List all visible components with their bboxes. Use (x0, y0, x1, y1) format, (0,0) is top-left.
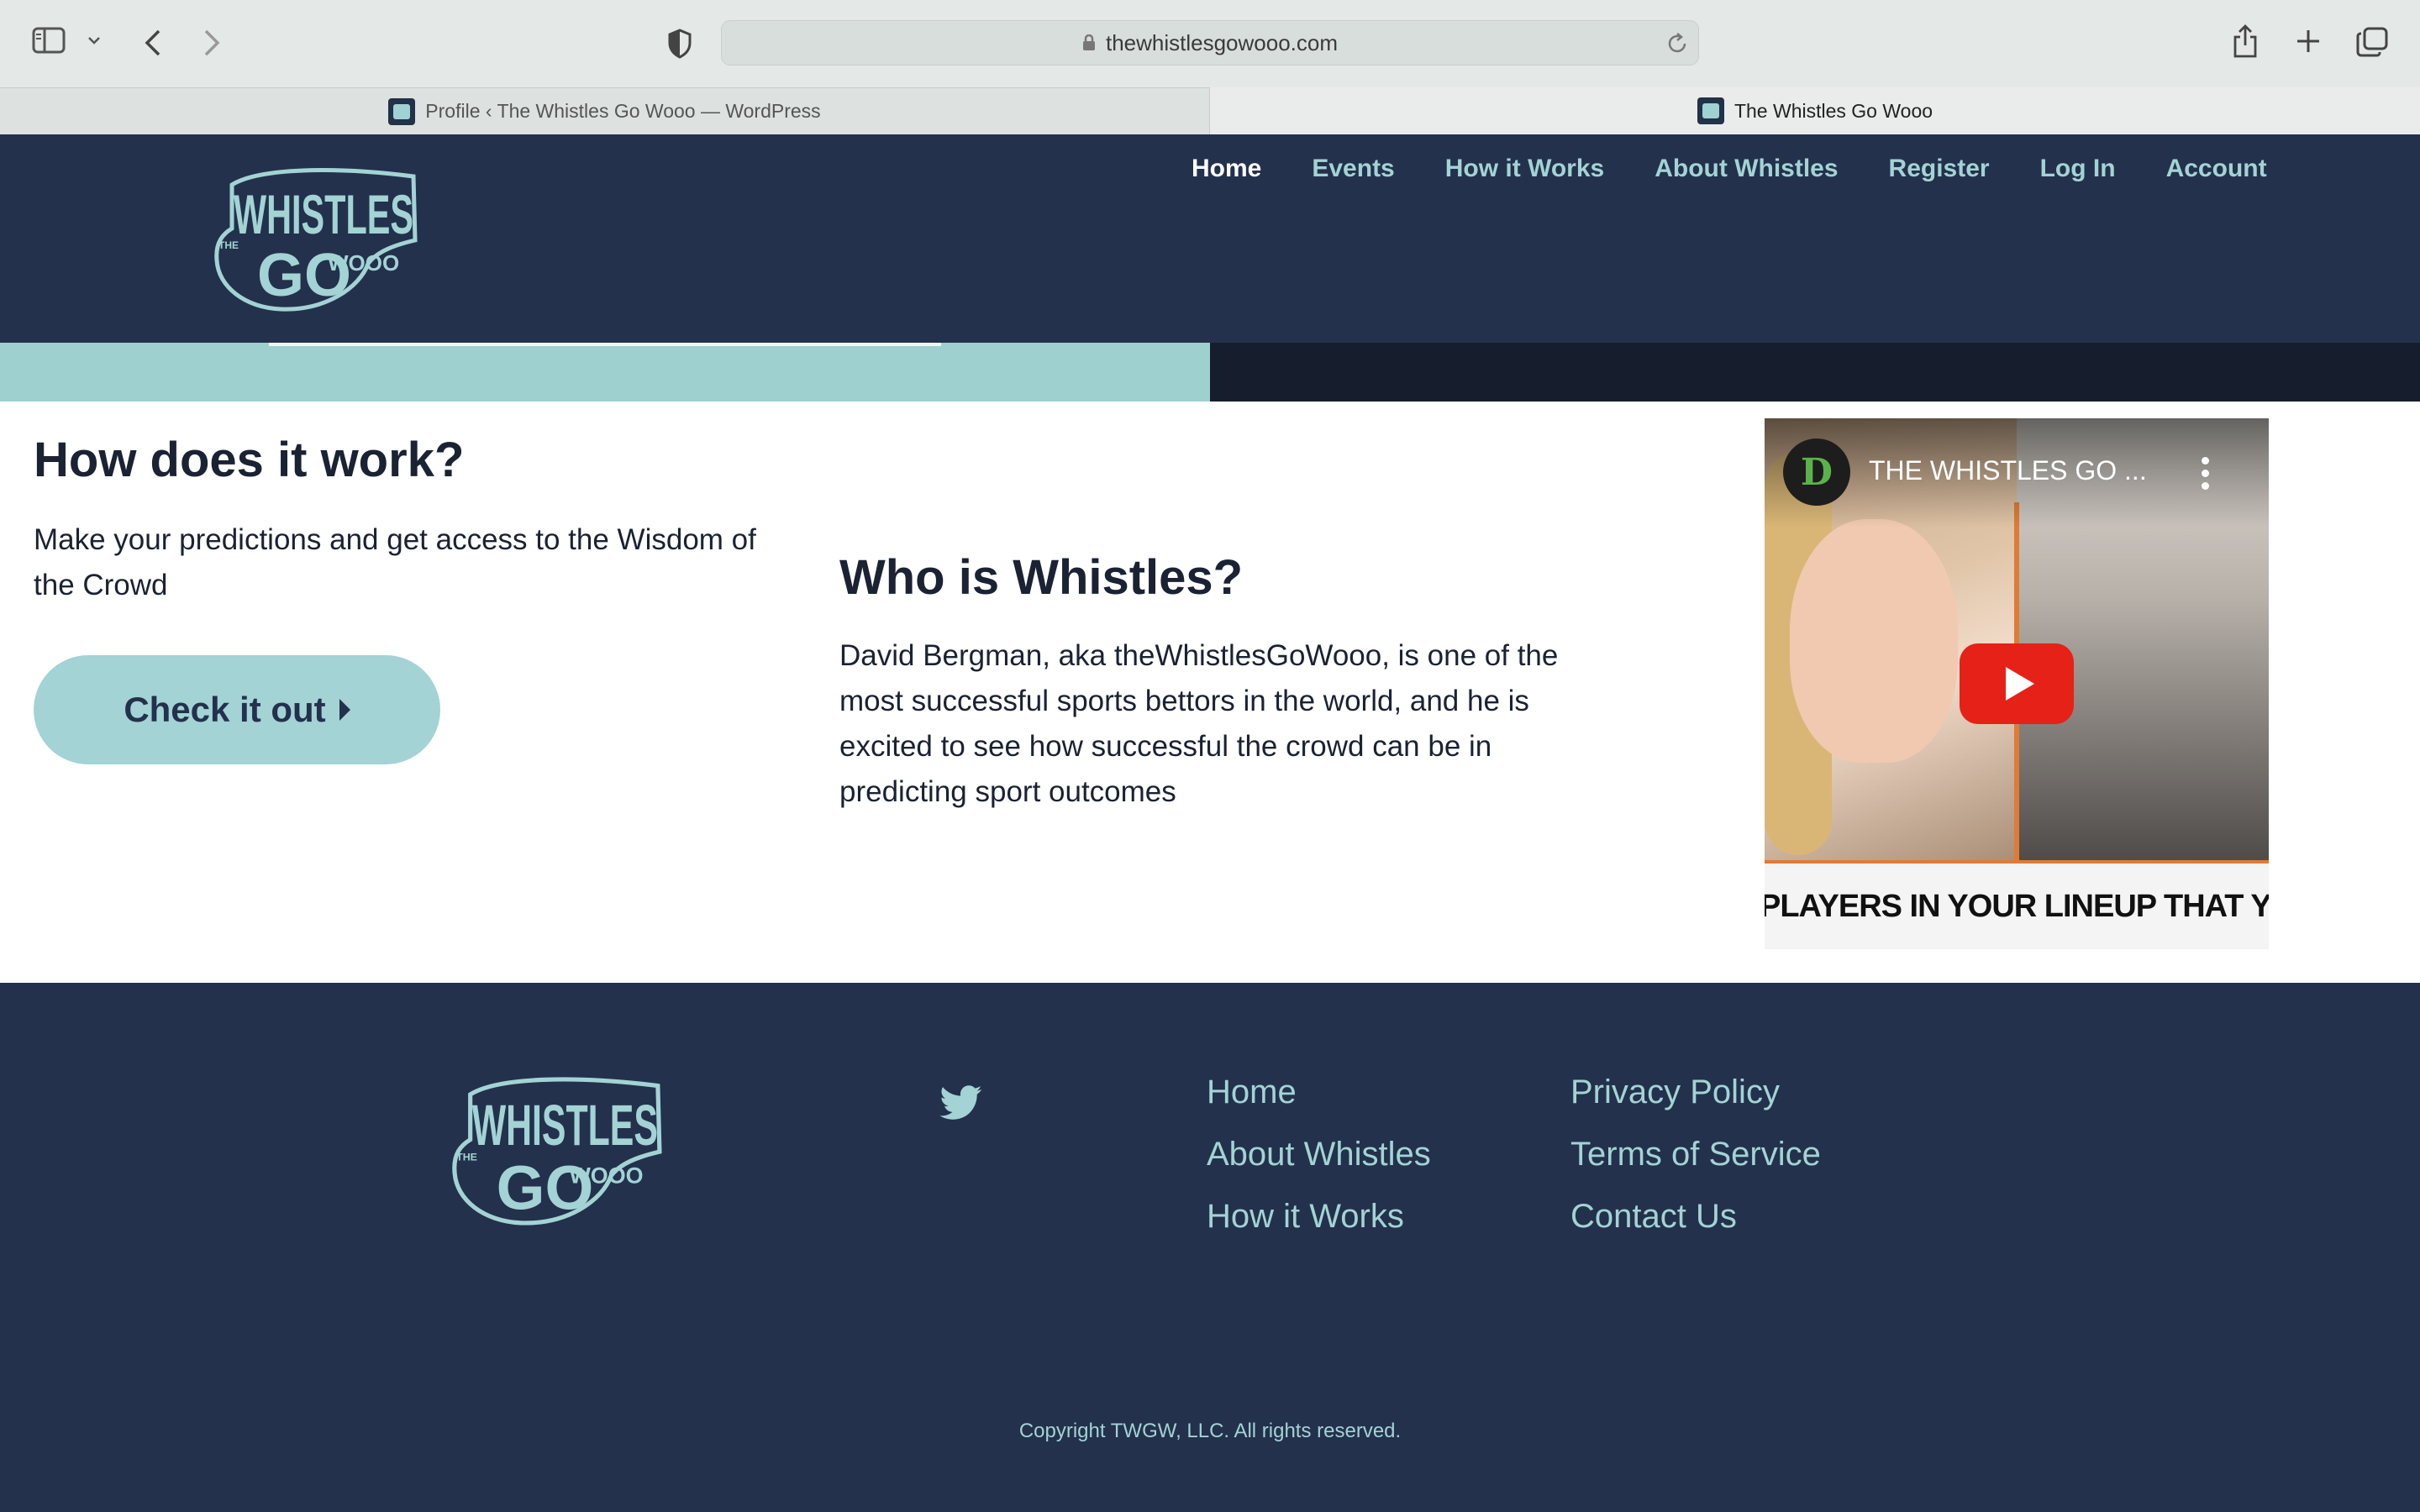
tab-title: Profile ‹ The Whistles Go Wooo — WordPre… (425, 100, 821, 122)
sidebar-toggle-icon[interactable] (32, 27, 66, 54)
check-it-out-button[interactable]: Check it out (34, 655, 440, 764)
footer-link-how-it-works[interactable]: How it Works (1207, 1198, 1404, 1236)
tab-title: The Whistles Go Wooo (1733, 99, 1933, 122)
lock-icon (1082, 34, 1096, 51)
main-nav: Home Events How it Works About Whistles … (1192, 155, 2317, 183)
thumbnail-face (1790, 519, 1958, 763)
logo-text-wooo: WOOO (569, 1163, 643, 1188)
logo-text-whistles: WHISTLES (234, 183, 413, 245)
footer-logo[interactable]: WHISTLES GO WOOO THE (445, 1070, 669, 1231)
caret-right-icon (339, 699, 350, 721)
nav-events[interactable]: Events (1312, 155, 1394, 183)
play-button-icon[interactable] (1960, 643, 2074, 724)
forward-icon[interactable] (202, 29, 222, 57)
more-options-icon[interactable] (2202, 457, 2210, 490)
favicon-icon (388, 97, 416, 125)
reload-icon[interactable] (1666, 32, 1688, 55)
divider (269, 343, 941, 346)
who-text: David Bergman, aka theWhistlesGoWooo, is… (839, 639, 1559, 808)
copyright-text: Copyright TWGW, LLC. All rights reserved… (1018, 1420, 1402, 1442)
nav-about-whistles[interactable]: About Whistles (1655, 155, 1838, 183)
nav-register[interactable]: Register (1889, 155, 1990, 183)
twitter-icon[interactable] (939, 1085, 983, 1125)
logo-text-whistles: WHISTLES (472, 1094, 658, 1158)
site-footer: WHISTLES GO WOOO THE Home About Whistles… (0, 983, 2420, 1512)
nav-log-in[interactable]: Log In (2040, 155, 2116, 183)
channel-avatar[interactable]: D (1783, 438, 1850, 506)
browser-toolbar: thewhistlesgowooo.com (0, 0, 2420, 87)
footer-link-privacy-policy[interactable]: Privacy Policy (1570, 1074, 1780, 1111)
address-bar[interactable]: thewhistlesgowooo.com (721, 20, 1699, 66)
tab-wordpress-profile[interactable]: Profile ‹ The Whistles Go Wooo — WordPre… (0, 87, 1210, 134)
tab-whistles-home[interactable]: The Whistles Go Wooo (1210, 87, 2420, 134)
logo-text-the: THE (218, 239, 239, 251)
footer-link-contact-us[interactable]: Contact Us (1570, 1198, 1737, 1236)
logo-text-the: THE (456, 1151, 477, 1163)
new-tab-icon[interactable] (2296, 29, 2321, 54)
favicon-icon (1697, 97, 1724, 124)
footer-link-terms-of-service[interactable]: Terms of Service (1570, 1136, 1821, 1173)
tab-overview-icon[interactable] (2356, 27, 2388, 57)
cta-label: Check it out (124, 690, 326, 729)
youtube-video-embed[interactable]: PLAYERS IN YOUR LINEUP THAT YOU WERE D T… (1765, 418, 2269, 949)
footer-link-home[interactable]: Home (1207, 1074, 1297, 1111)
logo-text-wooo: WOOO (328, 250, 399, 276)
chevron-down-icon[interactable] (87, 35, 101, 45)
nav-account[interactable]: Account (2166, 155, 2267, 183)
banner-text: PLAYERS IN YOUR LINEUP THAT YOU WERE (1765, 888, 2269, 924)
url-text: thewhistlesgowooo.com (1105, 29, 1339, 55)
video-title[interactable]: THE WHISTLES GO ... (1869, 455, 2147, 486)
back-icon[interactable] (143, 29, 163, 57)
hero-strip-teal (0, 343, 1210, 402)
hero-strip-dark (1210, 343, 2420, 402)
who-heading: Who is Whistles? (839, 550, 1244, 605)
thumbnail-banner: PLAYERS IN YOUR LINEUP THAT YOU WERE (1765, 864, 2269, 949)
site-logo[interactable]: WHISTLES GO WOOO THE (208, 161, 424, 317)
footer-link-about-whistles[interactable]: About Whistles (1207, 1136, 1431, 1173)
privacy-shield-icon[interactable] (667, 29, 692, 59)
nav-how-it-works[interactable]: How it Works (1445, 155, 1604, 183)
how-heading: How does it work? (34, 433, 465, 487)
nav-home[interactable]: Home (1192, 155, 1261, 183)
share-icon[interactable] (2232, 24, 2259, 59)
browser-tab-bar: Profile ‹ The Whistles Go Wooo — WordPre… (0, 87, 2420, 134)
main-content: How does it work? Make your predictions … (0, 402, 2420, 983)
how-text: Make your predictions and get access to … (34, 523, 756, 601)
channel-initial: D (1800, 450, 1833, 494)
